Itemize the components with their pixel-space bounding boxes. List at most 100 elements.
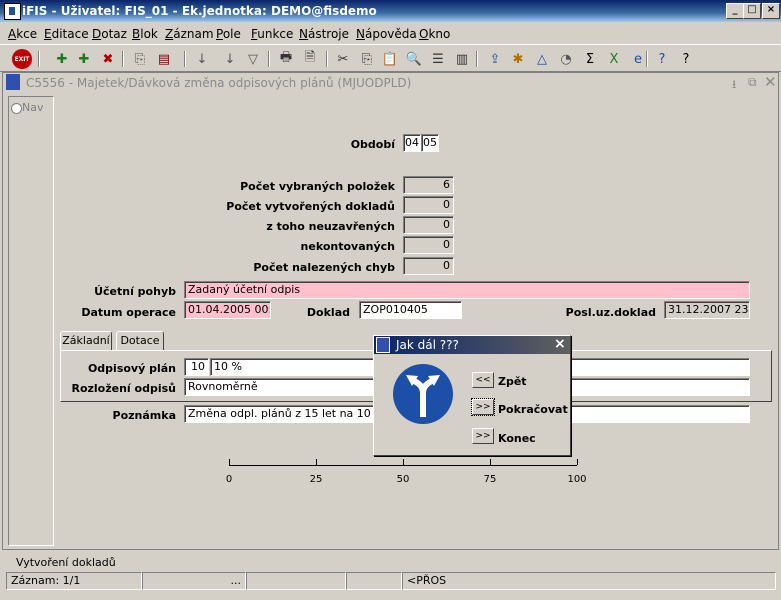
form-minimize-icon[interactable]: ⭳	[732, 75, 736, 96]
toolbar-separator	[122, 51, 124, 67]
menu-napoveda[interactable]: Nápověda	[356, 27, 417, 41]
menu-okno[interactable]: Okno	[419, 27, 450, 41]
dialog-close-button[interactable]: ×	[554, 336, 566, 352]
nav-label[interactable]: Nav	[22, 101, 43, 114]
status-message: Vytvoření dokladů	[16, 556, 116, 569]
posl-uz-doklad-label: Posl.uz.doklad	[565, 306, 656, 319]
stat-value: 0	[403, 196, 454, 214]
menu-funkce[interactable]: Funkce	[251, 27, 293, 41]
progress-tick	[403, 459, 404, 465]
direction-sign-icon	[392, 363, 454, 425]
cut-icon[interactable]: ✂	[333, 49, 353, 69]
app-title: iFIS - Uživatel: FIS_01 - Ek.jednotka: D…	[22, 4, 377, 18]
columns-icon[interactable]: ▥	[452, 49, 472, 69]
progress-tick	[316, 459, 317, 465]
menu-nastroje[interactable]: Nástroje	[299, 27, 349, 41]
stat-label: nekontovaných	[300, 240, 395, 253]
tab-zakladni[interactable]: Základní	[60, 331, 112, 351]
progress-tick-label: 75	[483, 474, 497, 485]
menu-blok[interactable]: Blok	[132, 27, 158, 41]
paste-icon[interactable]: 📋	[380, 49, 400, 69]
dialog-icon	[376, 337, 390, 353]
save-record-icon[interactable]: ✚	[74, 49, 94, 69]
menu-dotaz[interactable]: Dotaz	[92, 27, 127, 41]
obdobi-label: Období	[350, 138, 395, 151]
ucetni-pohyb-label: Účetní pohyb	[94, 285, 176, 298]
settings-icon[interactable]: ✱	[508, 49, 528, 69]
tab-dotace[interactable]: Dotace	[116, 331, 164, 351]
stat-value: 6	[403, 176, 454, 194]
toolbar: EXIT ✚ ✚ ✖ ⎘ ▤ ↓ ↓ ▽ 🖶 🗎 ✂ ⎘ 📋 🔍 ☰ ▥ ⇪ ✱ △ ◔ Σ Xe??	[0, 44, 781, 72]
menu-editace[interactable]: Editace	[44, 27, 89, 41]
progress-tick-label: 100	[567, 474, 587, 485]
sum-icon[interactable]: Σ	[580, 49, 600, 69]
doklad-field[interactable]: ZOP010405	[359, 301, 462, 319]
ucetni-pohyb-field[interactable]: Zadaný účetní odpis	[184, 281, 750, 299]
help-icon[interactable]: ?	[652, 49, 672, 69]
progress-tick-label: 50	[396, 474, 410, 485]
form-title-bar: C5556 - Majetek/Dávková změna odpisových…	[4, 73, 777, 92]
stat-value: 0	[403, 257, 454, 275]
form-close-icon[interactable]: ✕	[764, 73, 777, 91]
disk-icon[interactable]: ◔	[556, 49, 576, 69]
filter-icon[interactable]: ▽	[243, 49, 263, 69]
copy-record-icon[interactable]: ⎘	[130, 49, 150, 69]
datum-operace-label: Datum operace	[81, 306, 176, 319]
form-title: C5556 - Majetek/Dávková změna odpisových…	[26, 76, 412, 90]
sort-desc-icon[interactable]: ↓	[220, 49, 240, 69]
menu-pole[interactable]: Pole	[216, 27, 241, 41]
status-dots: ...	[142, 572, 246, 590]
print-record-icon[interactable]: ▤	[154, 49, 174, 69]
zpet-label[interactable]: Zpět	[498, 375, 527, 388]
progress-tick	[577, 459, 578, 465]
insert-record-icon[interactable]: ✚	[52, 49, 72, 69]
datum-operace-field[interactable]: 01.04.2005 00:00	[184, 301, 271, 319]
doklad-label: Doklad	[306, 306, 350, 319]
progress-tick-label: 0	[225, 474, 233, 485]
obdobi-month-field[interactable]: 04	[403, 134, 421, 152]
status-mode: <PŘOS	[402, 572, 776, 590]
pokracovat-label[interactable]: Pokračovat	[498, 403, 568, 416]
odpisovy-plan-code-field[interactable]: 10	[184, 358, 209, 376]
context-help-icon[interactable]: ?	[676, 49, 696, 69]
minimize-button[interactable]: _	[726, 3, 744, 19]
status-cell-empty-2	[346, 572, 402, 590]
konec-button[interactable]: >>	[472, 428, 494, 444]
stat-value: 0	[403, 236, 454, 254]
menu-zaznam[interactable]: Záznam	[165, 27, 214, 41]
stat-label: z toho neuzavřených	[266, 220, 395, 233]
stat-value: 0	[403, 216, 454, 234]
app-title-bar: iFIS - Uživatel: FIS_01 - Ek.jednotka: D…	[0, 0, 781, 22]
maximize-button[interactable]: □	[743, 3, 761, 19]
excel-icon[interactable]: X	[604, 49, 624, 69]
toolbar-separator	[476, 51, 478, 67]
browser-icon[interactable]: e	[628, 49, 648, 69]
copy-icon[interactable]: ⎘	[357, 49, 377, 69]
form-icon	[6, 74, 20, 90]
close-button[interactable]: ×	[762, 3, 780, 19]
toolbar-separator	[184, 51, 186, 67]
stat-label: Počet vytvořených dokladů	[226, 200, 395, 213]
obdobi-year-field[interactable]: 05	[421, 134, 439, 152]
posl-uz-doklad-field: 31.12.2007 23:59	[664, 301, 750, 319]
pokracovat-button[interactable]: >>	[471, 398, 495, 416]
zpet-button[interactable]: <<	[472, 372, 494, 388]
search-icon[interactable]: 🔍	[404, 49, 424, 69]
nav-radio-icon[interactable]	[11, 103, 22, 114]
stat-label: Počet vybraných položek	[240, 180, 395, 193]
print-icon[interactable]: 🖶	[276, 49, 296, 69]
list-icon[interactable]: ☰	[428, 49, 448, 69]
form-restore-icon[interactable]: ⧉	[748, 75, 757, 90]
dialog-title-bar: Jak dál ??? ×	[374, 336, 570, 354]
menu-bar: Akce Editace Dotaz Blok Záznam Pole Funk…	[0, 23, 781, 43]
delete-record-icon[interactable]: ✖	[98, 49, 118, 69]
menu-akce[interactable]: Akce	[8, 27, 37, 41]
print-preview-icon[interactable]: 🗎	[300, 49, 320, 69]
status-record: Záznam: 1/1	[6, 572, 142, 590]
konec-label[interactable]: Konec	[498, 432, 536, 445]
rozlozeni-label: Rozložení odpisů	[71, 382, 176, 395]
sort-asc-icon[interactable]: ↓	[192, 49, 212, 69]
exit-button[interactable]: EXIT	[12, 49, 32, 69]
export-icon[interactable]: ⇪	[485, 49, 505, 69]
chart-icon[interactable]: △	[532, 49, 552, 69]
